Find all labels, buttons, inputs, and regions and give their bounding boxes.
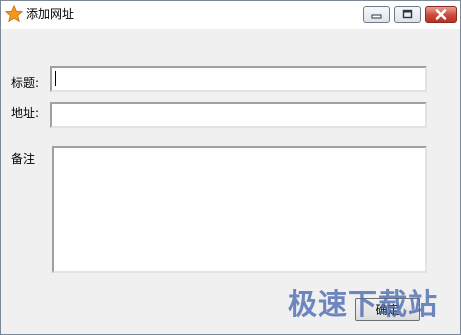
close-icon <box>435 9 447 20</box>
star-icon <box>5 5 23 23</box>
maximize-button[interactable] <box>394 6 421 23</box>
site-watermark: 极速下载站 <box>288 287 439 321</box>
close-button[interactable] <box>425 6 457 23</box>
maximize-icon <box>402 9 413 19</box>
minimize-icon <box>371 14 382 19</box>
title-input[interactable] <box>50 66 427 92</box>
url-label: 地址: <box>11 106 40 120</box>
window-title: 添加网址 <box>26 7 75 21</box>
note-textarea[interactable] <box>52 146 427 273</box>
add-url-dialog: 添加网址 标题: 地址: 备注 确定 极速下载站 <box>0 0 461 335</box>
minimize-button[interactable] <box>363 6 390 23</box>
text-caret <box>55 71 56 86</box>
title-bar[interactable]: 添加网址 <box>1 1 460 29</box>
note-label: 备注 <box>11 152 36 166</box>
url-input[interactable] <box>50 102 427 128</box>
title-label: 标题: <box>11 76 40 90</box>
